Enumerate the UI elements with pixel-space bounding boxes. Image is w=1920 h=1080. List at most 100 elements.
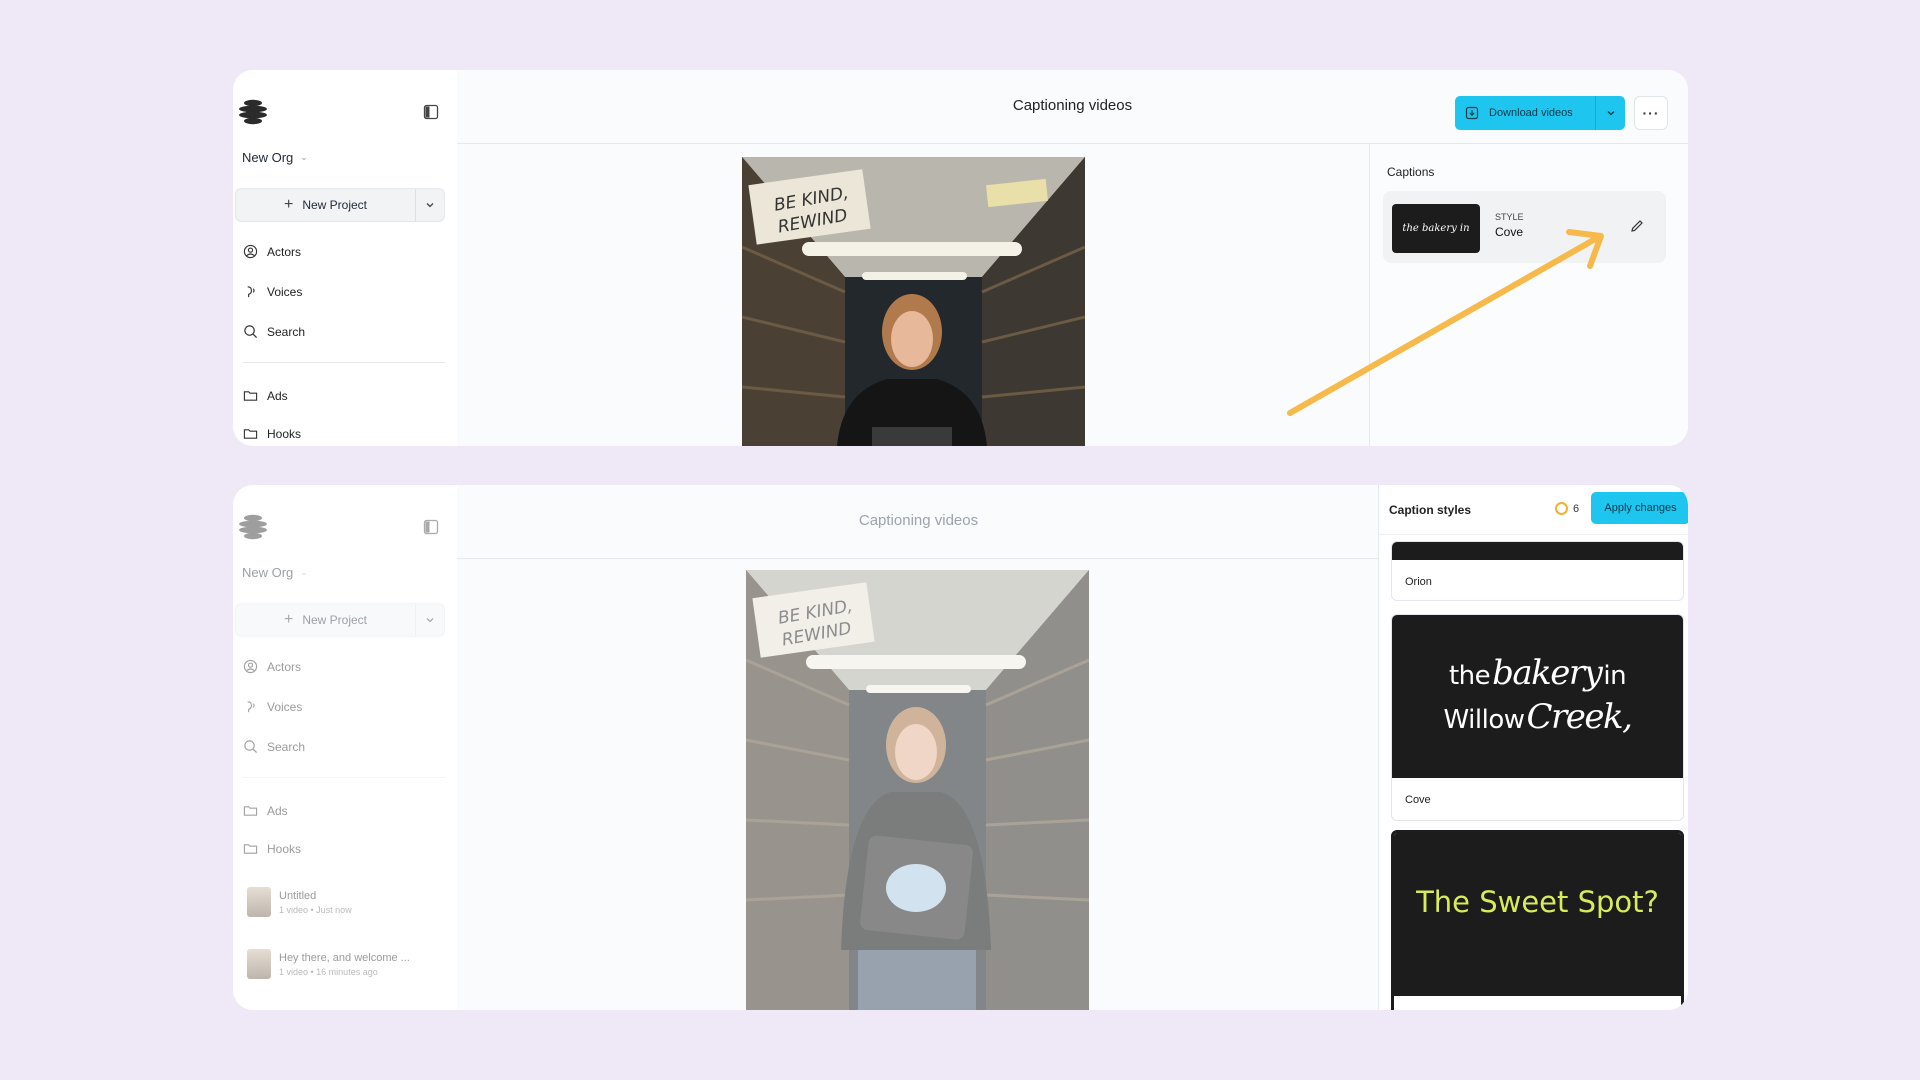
search-icon [244,740,258,754]
download-icon [1465,106,1479,120]
more-options-button[interactable]: ··· [1634,96,1668,130]
caption-styles-header: Caption styles 6 Apply changes [1379,485,1688,535]
coin-icon [1555,502,1568,515]
sidebar-item-label: Hooks [267,426,302,441]
voice-icon [247,286,255,298]
chevron-down-icon: ⌄ [300,152,308,162]
folder-icon [243,844,258,854]
sidebar: New Org ⌄ + New Project Actors Voices Se… [233,485,457,1010]
style-preview: the bakery in Willow Creek, [1392,615,1683,778]
preview-word: Willow [1443,705,1525,735]
style-option-cove[interactable]: the bakery in Willow Creek, Cove [1391,614,1684,821]
style-name: Orion [1405,576,1432,588]
collapse-sidebar-icon[interactable] [423,519,439,535]
app-logo-icon[interactable] [237,513,269,541]
sidebar-item-actors[interactable]: Actors [243,244,301,259]
recent-project-item[interactable]: Untitled 1 video • Just now [247,887,352,917]
download-videos-button[interactable]: Download videos [1455,96,1625,130]
sidebar-item-ads[interactable]: Ads [243,388,288,403]
preview-word: the [1448,661,1491,691]
plus-icon: + [283,611,294,628]
user-circle-icon [243,244,258,259]
org-name: New Org [242,565,294,580]
sidebar-item-label: Hooks [267,841,302,856]
sidebar: New Org ⌄ + New Project Actors Voices Se… [233,70,457,446]
new-project-dropdown-button[interactable] [416,604,444,636]
style-preview [1392,542,1683,560]
org-switcher[interactable]: New Org ⌄ [242,565,308,580]
pencil-icon[interactable] [1629,218,1645,234]
caption-style-card[interactable]: the bakery in STYLE Cove [1383,191,1666,263]
style-option-selected[interactable]: The Sweet Spot? [1391,830,1684,1010]
new-project-label: New Project [302,613,368,627]
collapse-sidebar-icon[interactable] [423,104,439,120]
recent-project-item[interactable]: Hey there, and welcome ... 1 video • 16 … [247,949,410,979]
style-option-orion[interactable]: Orion [1391,541,1684,601]
org-name: New Org [242,150,294,165]
sidebar-item-label: Actors [267,659,302,674]
chevron-down-icon: ⌄ [300,567,308,577]
download-options-button[interactable] [1595,96,1625,130]
sidebar-item-hooks[interactable]: Hooks [243,426,301,441]
sidebar-item-voices[interactable]: Voices [243,284,302,299]
style-name: Cove [1495,225,1524,239]
bottom-app-window: New Org ⌄ + New Project Actors Voices Se… [233,485,1688,1010]
project-meta: 1 video • Just now [279,904,352,915]
video-frame-image: BE KIND, REWIND [742,157,1085,446]
voice-icon [247,701,255,713]
top-app-window: New Org ⌄ + New Project Actors Voices Se… [233,70,1688,446]
plus-icon: + [283,196,294,213]
user-circle-icon [243,659,258,674]
main-area: Captioning videos Download videos ··· BE… [457,70,1688,446]
new-project-button-group: + New Project [235,188,445,222]
search-icon [244,325,258,339]
video-frame-image: BE KIND, REWIND [746,570,1089,1010]
chevron-down-icon [1607,111,1614,116]
video-preview[interactable]: BE KIND, REWIND [746,570,1089,1010]
style-name: Cove [1405,794,1431,806]
sidebar-item-label: Voices [267,699,303,714]
sidebar-item-search[interactable]: Search [243,739,305,754]
captions-section-label: Captions [1387,165,1435,179]
caption-styles-title: Caption styles [1389,503,1472,517]
sidebar-item-search[interactable]: Search [243,324,305,339]
captions-panel: Captions the bakery in STYLE Cove [1369,144,1688,446]
folder-icon [243,806,258,816]
style-preview-text: The Sweet Spot? [1416,885,1659,919]
caption-style-thumbnail: the bakery in [1392,204,1480,253]
sidebar-item-ads[interactable]: Ads [243,803,288,818]
new-project-dropdown-button[interactable] [416,189,444,221]
sidebar-item-label: Ads [267,803,288,818]
project-title: Hey there, and welcome ... [279,951,410,964]
sidebar-item-label: Search [267,739,306,754]
new-project-label: New Project [302,198,368,212]
top-bar: Captioning videos Download videos ··· [457,70,1688,144]
app-logo-icon[interactable] [237,98,269,126]
caption-styles-panel: Caption styles 6 Apply changes Orion the… [1378,485,1688,1010]
project-thumbnail [247,949,271,979]
chevron-down-icon [426,203,434,208]
sidebar-item-actors[interactable]: Actors [243,659,301,674]
org-switcher[interactable]: New Org ⌄ [242,150,308,165]
download-videos-label: Download videos [1489,107,1573,119]
sidebar-item-label: Ads [267,388,288,403]
project-thumbnail [247,887,271,917]
credits-indicator: 6 [1555,502,1579,515]
sidebar-item-hooks[interactable]: Hooks [243,841,301,856]
new-project-button[interactable]: + New Project [236,189,416,221]
sidebar-item-label: Search [267,324,306,339]
sidebar-divider [243,362,445,363]
folder-icon [243,429,258,439]
ellipsis-icon: ··· [1642,105,1660,121]
credits-count: 6 [1573,502,1580,515]
style-label: STYLE [1495,212,1524,222]
new-project-button-group: + New Project [235,603,445,637]
new-project-button[interactable]: + New Project [236,604,416,636]
style-preview: The Sweet Spot? [1394,833,1681,996]
sidebar-item-voices[interactable]: Voices [243,699,302,714]
page-title: Captioning videos [858,512,979,529]
apply-changes-button[interactable]: Apply changes [1591,492,1688,524]
video-preview[interactable]: BE KIND, REWIND [742,157,1085,446]
sidebar-item-label: Actors [267,244,302,259]
sidebar-divider [243,777,445,778]
